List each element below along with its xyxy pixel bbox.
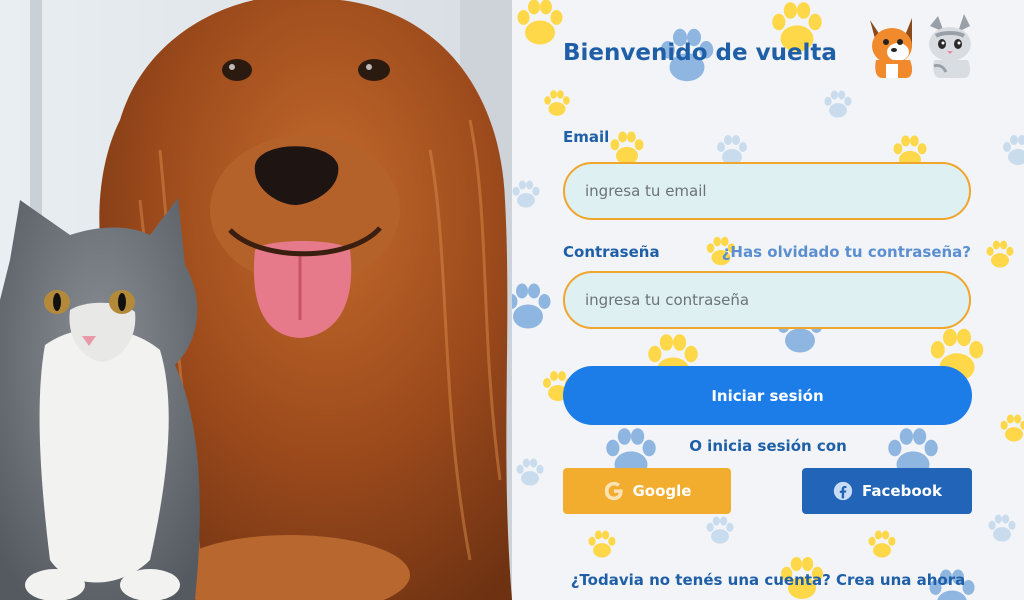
paw-icon: [864, 526, 900, 562]
alt-login-label: O inicia sesión con: [689, 437, 847, 455]
paw-icon: [820, 86, 856, 122]
paw-icon: [512, 454, 548, 490]
paw-icon: [512, 0, 570, 52]
facebook-login-button[interactable]: Facebook: [802, 468, 972, 514]
password-label: Contraseña: [563, 243, 660, 261]
password-field[interactable]: [563, 271, 971, 329]
facebook-label: Facebook: [862, 482, 942, 500]
paw-icon: [702, 512, 738, 548]
paw-icon: [512, 176, 544, 212]
dog-and-cat-icon: [860, 10, 990, 82]
email-label: Email: [563, 128, 610, 146]
email-field[interactable]: [563, 162, 971, 220]
paw-icon: [982, 236, 1018, 272]
login-panel: Bienvenido de vuelta Email Contraseña ¿H…: [512, 0, 1024, 600]
paw-icon: [540, 86, 574, 120]
facebook-icon: [832, 480, 854, 502]
signup-link[interactable]: ¿Todavia no tenés una cuenta? Crea una a…: [512, 571, 1024, 589]
paw-icon: [512, 276, 558, 336]
paw-icon: [984, 510, 1020, 546]
forgot-password-link[interactable]: ¿Has olvidado tu contraseña?: [722, 243, 971, 261]
google-icon: [603, 480, 625, 502]
google-login-button[interactable]: Google: [563, 468, 731, 514]
paw-icon: [584, 526, 620, 562]
login-button[interactable]: Iniciar sesión: [563, 366, 972, 425]
paw-icon: [998, 130, 1024, 170]
hero-photo: [0, 0, 512, 600]
google-label: Google: [632, 482, 692, 500]
page-title: Bienvenido de vuelta: [563, 40, 837, 66]
